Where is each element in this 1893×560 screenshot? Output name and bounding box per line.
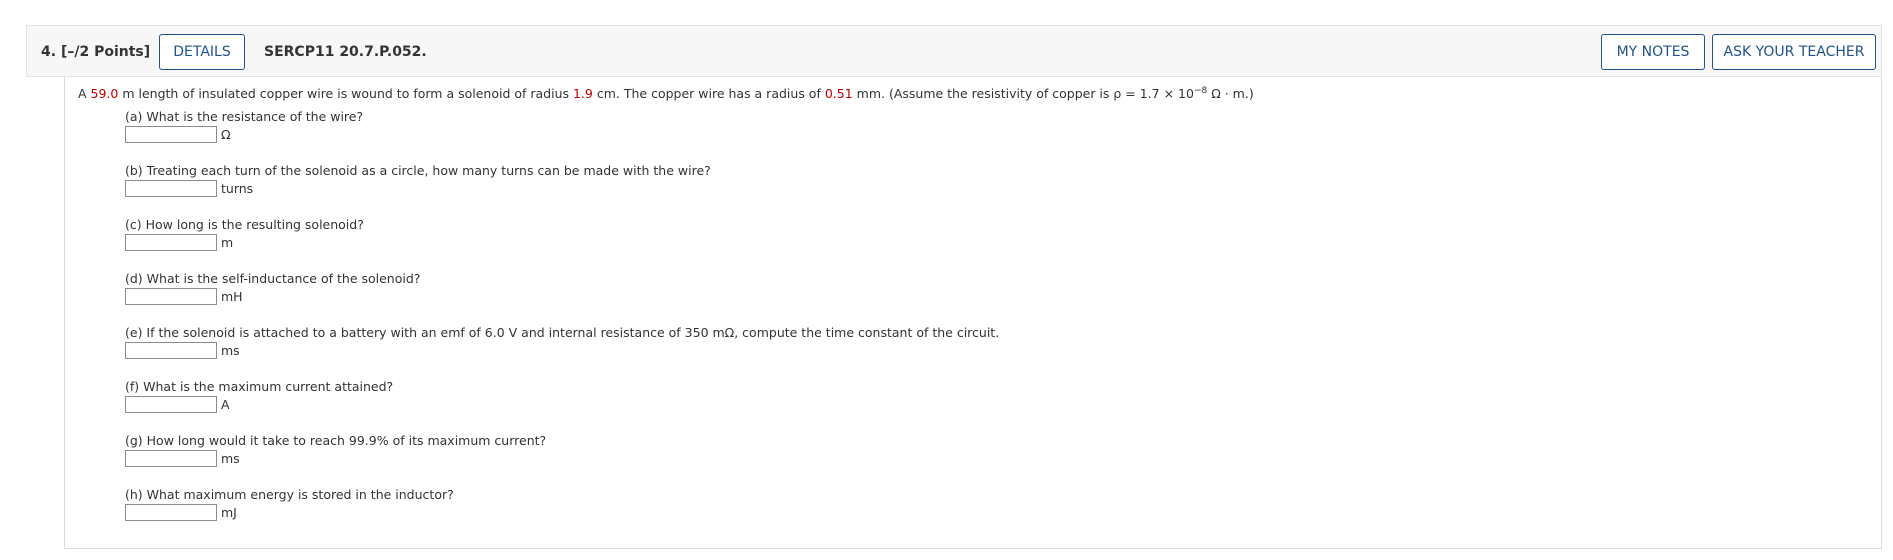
- part-d-answer-input[interactable]: [125, 288, 217, 305]
- part-c-unit: m: [221, 235, 234, 250]
- part-f-question: (f) What is the maximum current attained…: [125, 379, 394, 394]
- part-h-unit: mJ: [221, 505, 237, 520]
- part-e-unit: ms: [221, 343, 240, 358]
- problem-text-4: mm. (Assume the resistivity of copper is…: [852, 86, 1194, 101]
- question-points: [–/2 Points]: [60, 44, 151, 60]
- question-header: 4. [–/2 Points] DETAILS SERCP11 20.7.P.0…: [26, 25, 1882, 77]
- wire-radius-value: 0.51: [824, 86, 853, 101]
- solenoid-radius-value: 1.9: [572, 86, 593, 101]
- part-f-answer-input[interactable]: [125, 396, 217, 413]
- part-h-question: (h) What maximum energy is stored in the…: [125, 487, 454, 502]
- part-g-question: (g) How long would it take to reach 99.9…: [125, 433, 547, 448]
- part-b-answer-input[interactable]: [125, 180, 217, 197]
- part-d-unit: mH: [221, 289, 243, 304]
- question-number: 4.: [41, 44, 57, 60]
- question-id: SERCP11 20.7.P.052.: [264, 44, 427, 60]
- part-a-answer-input[interactable]: [125, 126, 217, 143]
- part-e-answer-input[interactable]: [125, 342, 217, 359]
- part-d-question: (d) What is the self-inductance of the s…: [125, 271, 421, 286]
- question-body: [64, 77, 1882, 549]
- question-number-points: 4. [–/2 Points]: [41, 26, 150, 78]
- part-h-answer-input[interactable]: [125, 504, 217, 521]
- part-g-unit: ms: [221, 451, 240, 466]
- part-c-question: (c) How long is the resulting solenoid?: [125, 217, 364, 232]
- my-notes-button[interactable]: MY NOTES: [1601, 34, 1705, 70]
- problem-text-1: A: [78, 86, 91, 101]
- part-g-answer-input[interactable]: [125, 450, 217, 467]
- part-e-question: (e) If the solenoid is attached to a bat…: [125, 325, 1000, 340]
- problem-text-2: m length of insulated copper wire is wou…: [118, 86, 573, 101]
- part-a-unit: Ω: [221, 127, 231, 142]
- part-b-question: (b) Treating each turn of the solenoid a…: [125, 163, 711, 178]
- part-f-unit: A: [221, 397, 230, 412]
- problem-text-5: Ω · m.): [1207, 86, 1254, 101]
- problem-statement: A 59.0 m length of insulated copper wire…: [78, 86, 1254, 102]
- resistivity-exponent: −8: [1193, 86, 1208, 96]
- details-button[interactable]: DETAILS: [159, 34, 245, 70]
- part-a-question: (a) What is the resistance of the wire?: [125, 109, 364, 124]
- ask-your-teacher-button[interactable]: ASK YOUR TEACHER: [1712, 34, 1876, 70]
- wire-length-value: 59.0: [90, 86, 119, 101]
- part-c-answer-input[interactable]: [125, 234, 217, 251]
- part-b-unit: turns: [221, 181, 254, 196]
- problem-text-3: cm. The copper wire has a radius of: [592, 86, 825, 101]
